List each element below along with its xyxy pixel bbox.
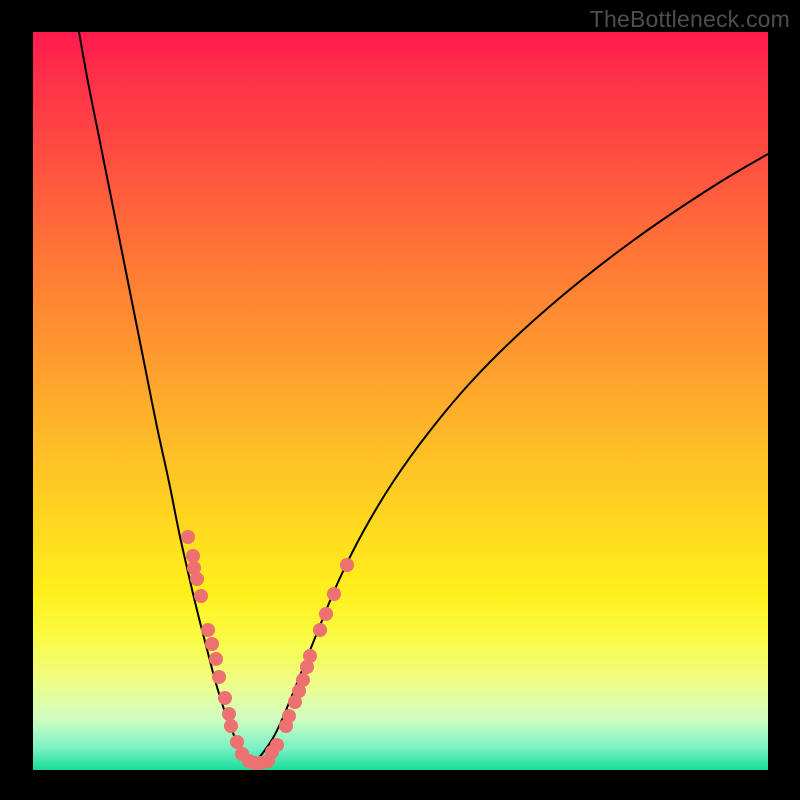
scatter-dot	[340, 558, 354, 572]
scatter-dot	[222, 707, 236, 721]
scatter-dot	[270, 738, 284, 752]
scatter-dot	[190, 572, 204, 586]
scatter-dot	[303, 649, 317, 663]
scatter-dot	[181, 530, 195, 544]
scatter-dot	[209, 652, 223, 666]
scatter-dot	[313, 623, 327, 637]
watermark-text: TheBottleneck.com	[590, 6, 790, 33]
curve-left-branch	[79, 32, 255, 763]
scatter-dot	[201, 623, 215, 637]
scatter-dot	[194, 589, 208, 603]
curve-right-branch	[255, 154, 768, 763]
scatter-dot	[296, 673, 310, 687]
plot-area	[33, 32, 768, 770]
scatter-dot	[282, 709, 296, 723]
scatter-dot	[218, 691, 232, 705]
scatter-dot	[205, 637, 219, 651]
scatter-dot	[186, 549, 200, 563]
chart-svg	[33, 32, 768, 770]
scatter-dot	[212, 670, 226, 684]
scatter-dot	[319, 607, 333, 621]
scatter-dot	[327, 587, 341, 601]
scatter-dot	[224, 719, 238, 733]
scatter-dot	[230, 735, 244, 749]
chart-frame: TheBottleneck.com	[0, 0, 800, 800]
